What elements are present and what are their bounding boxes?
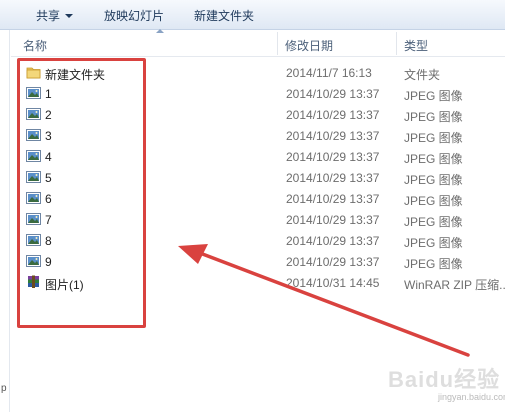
file-type: JPEG 图像 [404, 236, 463, 250]
file-row[interactable]: 9 2014/10/29 13:37 JPEG 图像 [0, 252, 505, 273]
file-modified-date: 2014/10/29 13:37 [286, 192, 380, 206]
jpeg-image-icon [26, 149, 41, 163]
column-name-header[interactable]: 名称 [23, 37, 47, 54]
file-type: JPEG 图像 [404, 152, 463, 166]
file-type: 文件夹 [404, 68, 441, 82]
jpeg-image-icon [26, 212, 41, 226]
file-modified-date: 2014/11/7 16:13 [286, 66, 372, 80]
share-menu-button[interactable]: 共享 [36, 7, 74, 24]
command-bar: 共享 放映幻灯片 新建文件夹 [0, 0, 505, 30]
file-type: JPEG 图像 [404, 110, 463, 124]
baidu-watermark-url: jingyan.baidu.com [438, 392, 505, 402]
column-date-header[interactable]: 修改日期 [285, 37, 333, 54]
file-row[interactable]: 2 2014/10/29 13:37 JPEG 图像 [0, 105, 505, 126]
jpeg-image-icon [26, 86, 41, 100]
file-name: 2 [45, 108, 52, 122]
slideshow-button[interactable]: 放映幻灯片 [104, 7, 164, 24]
file-type: JPEG 图像 [404, 215, 463, 229]
file-row[interactable]: 1 2014/10/29 13:37 JPEG 图像 [0, 84, 505, 105]
file-modified-date: 2014/10/29 13:37 [286, 129, 380, 143]
file-name: 图片(1) [45, 278, 84, 292]
file-row[interactable]: 6 2014/10/29 13:37 JPEG 图像 [0, 189, 505, 210]
file-row[interactable]: 4 2014/10/29 13:37 JPEG 图像 [0, 147, 505, 168]
file-modified-date: 2014/10/29 13:37 [286, 255, 380, 269]
file-type: JPEG 图像 [404, 131, 463, 145]
share-label: 共享 [36, 9, 61, 23]
file-type: JPEG 图像 [404, 173, 463, 187]
file-row[interactable]: 图片(1) 2014/10/31 14:45 WinRAR ZIP 压缩... [0, 273, 505, 294]
column-divider[interactable] [396, 32, 397, 55]
jpeg-image-icon [26, 107, 41, 121]
nav-pane-text-fragment: p [1, 383, 7, 394]
new-folder-button[interactable]: 新建文件夹 [194, 7, 254, 24]
file-modified-date: 2014/10/29 13:37 [286, 234, 380, 248]
chevron-down-icon [65, 14, 74, 18]
file-modified-date: 2014/10/29 13:37 [286, 150, 380, 164]
jpeg-image-icon [26, 254, 41, 268]
file-type: JPEG 图像 [404, 257, 463, 271]
column-divider[interactable] [277, 32, 278, 55]
file-modified-date: 2014/10/31 14:45 [286, 276, 380, 290]
file-row[interactable]: 3 2014/10/29 13:37 JPEG 图像 [0, 126, 505, 147]
file-row[interactable]: 8 2014/10/29 13:37 JPEG 图像 [0, 231, 505, 252]
jpeg-image-icon [26, 128, 41, 142]
winrar-archive-icon [26, 275, 41, 289]
jpeg-image-icon [26, 233, 41, 247]
baidu-watermark: Baidu经验 [388, 367, 501, 392]
jpeg-image-icon [26, 170, 41, 184]
file-name: 8 [45, 234, 52, 248]
file-row[interactable]: 7 2014/10/29 13:37 JPEG 图像 [0, 210, 505, 231]
file-row[interactable]: 新建文件夹 2014/11/7 16:13 文件夹 [0, 63, 505, 84]
file-name: 新建文件夹 [45, 68, 106, 82]
file-name: 6 [45, 192, 52, 206]
file-name: 3 [45, 129, 52, 143]
file-type: JPEG 图像 [404, 89, 463, 103]
file-name: 1 [45, 87, 52, 101]
file-name: 9 [45, 255, 52, 269]
file-type: JPEG 图像 [404, 194, 463, 208]
file-type: WinRAR ZIP 压缩... [404, 278, 505, 292]
jpeg-image-icon [26, 191, 41, 205]
file-modified-date: 2014/10/29 13:37 [286, 171, 380, 185]
file-name: 4 [45, 150, 52, 164]
column-type-header[interactable]: 类型 [404, 37, 428, 54]
file-modified-date: 2014/10/29 13:37 [286, 213, 380, 227]
file-modified-date: 2014/10/29 13:37 [286, 87, 380, 101]
file-name: 7 [45, 213, 52, 227]
folder-icon [26, 65, 41, 79]
file-name: 5 [45, 171, 52, 185]
file-modified-date: 2014/10/29 13:37 [286, 108, 380, 122]
file-row[interactable]: 5 2014/10/29 13:37 JPEG 图像 [0, 168, 505, 189]
column-header: 名称 修改日期 类型 [11, 29, 505, 57]
sort-ascending-icon [156, 29, 164, 33]
